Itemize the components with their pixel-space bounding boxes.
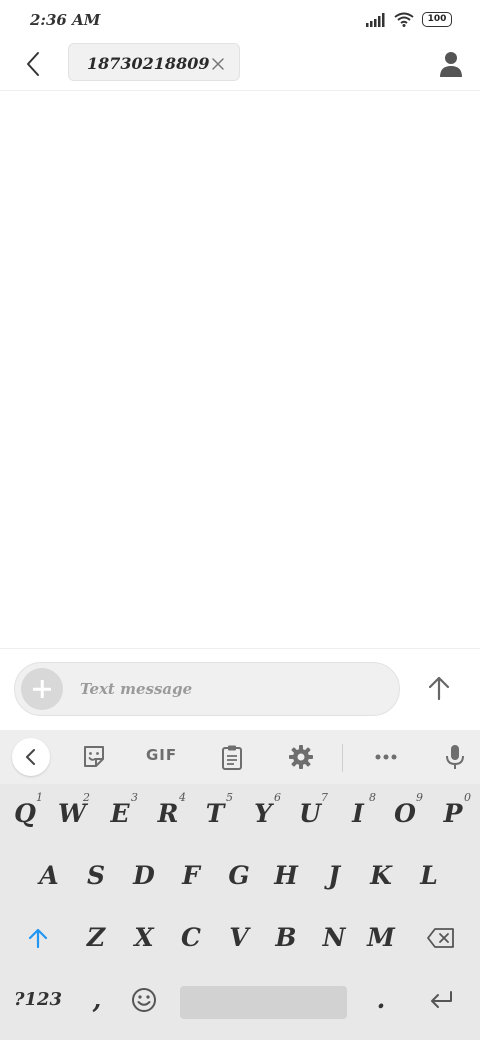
key-o[interactable]: O9 [382, 786, 428, 842]
key-a[interactable]: A [26, 848, 72, 904]
emoji-key[interactable] [121, 972, 167, 1028]
person-icon [440, 52, 462, 77]
key-p[interactable]: P0 [430, 786, 476, 842]
symbols-key[interactable]: ?123 [8, 972, 68, 1028]
key-x[interactable]: X [121, 910, 167, 966]
send-button[interactable] [424, 673, 454, 703]
key-i[interactable]: I8 [335, 786, 381, 842]
add-attachment-button[interactable] [21, 668, 63, 710]
contact-button[interactable] [438, 50, 464, 78]
key-e[interactable]: E3 [97, 786, 143, 842]
chevron-left-icon [26, 749, 35, 765]
key-j[interactable]: J [311, 848, 357, 904]
conversation-header: 18730218809 [0, 40, 480, 91]
recipient-number: 18730218809 [87, 54, 210, 73]
keyboard-toolbar: GIF [0, 730, 480, 784]
voice-input-button[interactable] [441, 743, 469, 771]
back-arrow-icon [27, 52, 39, 76]
gear-icon [289, 745, 313, 769]
message-list [0, 91, 480, 648]
period-key[interactable]: . [358, 972, 404, 1028]
keyboard: Q1 W2 E3 R4 T5 Y6 U7 I8 O9 P0 A S D F G … [0, 784, 480, 1040]
signal-icon [366, 12, 385, 27]
key-v[interactable]: V [216, 910, 262, 966]
clipboard-button[interactable] [218, 743, 246, 771]
sticker-icon [84, 746, 104, 767]
key-q[interactable]: Q1 [2, 786, 48, 842]
key-m[interactable]: M [358, 910, 404, 966]
key-f[interactable]: F [168, 848, 214, 904]
key-n[interactable]: N [311, 910, 357, 966]
key-h[interactable]: H [263, 848, 309, 904]
key-y[interactable]: Y6 [240, 786, 286, 842]
enter-arrow-icon [431, 991, 452, 1008]
key-t[interactable]: T5 [192, 786, 238, 842]
key-l[interactable]: L [406, 848, 452, 904]
enter-key[interactable] [416, 972, 466, 1028]
status-bar: 2:36 AM 100 [0, 0, 480, 40]
message-input[interactable]: Text message [14, 662, 400, 716]
comma-key[interactable]: , [74, 972, 120, 1028]
key-u[interactable]: U7 [287, 786, 333, 842]
key-d[interactable]: D [121, 848, 167, 904]
key-w[interactable]: W2 [49, 786, 95, 842]
backspace-key[interactable] [414, 910, 468, 966]
recipient-chip[interactable]: 18730218809 [68, 43, 240, 81]
space-key[interactable] [180, 986, 347, 1019]
composer: Text message [0, 648, 480, 731]
clipboard-icon [222, 745, 242, 770]
more-options-button[interactable] [372, 743, 400, 771]
keyboard-settings-button[interactable] [287, 743, 315, 771]
sticker-button[interactable] [80, 743, 108, 771]
key-s[interactable]: S [73, 848, 119, 904]
key-r[interactable]: R4 [145, 786, 191, 842]
close-icon [212, 58, 224, 70]
toolbar-divider [342, 744, 343, 772]
status-icons: 100 [366, 12, 452, 27]
collapse-toolbar-button[interactable] [12, 738, 50, 776]
key-z[interactable]: Z [73, 910, 119, 966]
battery-icon: 100 [422, 12, 452, 27]
key-g[interactable]: G [216, 848, 262, 904]
microphone-icon [446, 745, 464, 769]
message-placeholder: Text message [80, 680, 193, 698]
key-b[interactable]: B [263, 910, 309, 966]
status-time: 2:36 AM [30, 11, 101, 29]
key-c[interactable]: C [168, 910, 214, 966]
shift-key[interactable] [12, 910, 64, 966]
backspace-icon [427, 928, 454, 948]
emoji-icon [132, 988, 156, 1012]
key-k[interactable]: K [358, 848, 404, 904]
gif-button[interactable]: GIF [146, 746, 177, 764]
more-horizontal-icon [375, 754, 397, 760]
wifi-icon [394, 12, 414, 27]
back-button[interactable] [18, 48, 50, 80]
shift-arrow-icon [28, 928, 48, 949]
arrow-up-icon [428, 676, 450, 701]
remove-recipient-button[interactable] [211, 56, 225, 70]
